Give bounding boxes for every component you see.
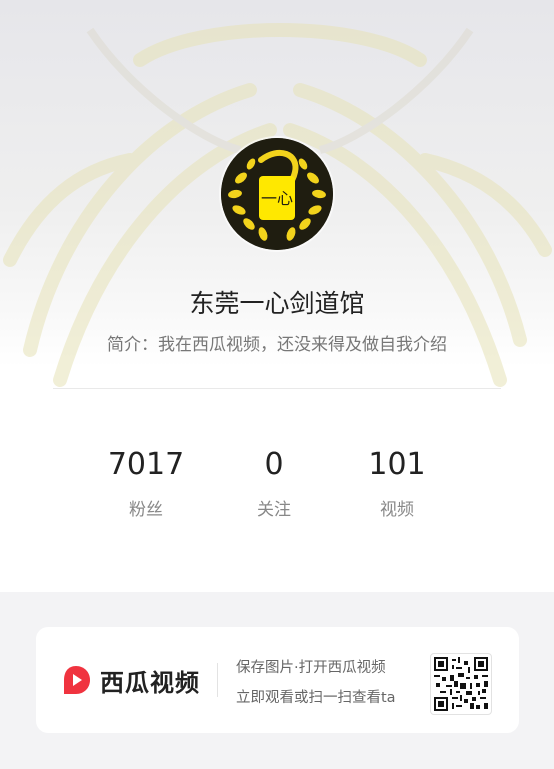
stat-value: 0 [264,447,284,482]
dojo-logo-icon: 一心 [221,138,333,250]
profile-name: 东莞一心剑道馆 [189,289,365,318]
stat-value: 7017 [107,447,185,482]
qr-code-icon[interactable] [430,653,492,715]
promo-card: 西瓜视频 保存图片·打开西瓜视频 立即观看或扫一扫查看ta [36,627,519,733]
stat-following[interactable]: 0 关注 [204,446,344,520]
stat-label: 关注 [257,500,291,520]
profile-bio: 简介：我在西瓜视频，还没来得及做自我介绍 [107,335,447,355]
stat-label: 视频 [380,500,414,520]
promo-text-save: 保存图片·打开西瓜视频 [236,660,386,676]
stat-followers[interactable]: 7017 粉丝 [76,446,216,520]
avatar[interactable]: 一心 [221,138,333,250]
stat-label: 粉丝 [129,500,163,520]
xigua-logo-icon [64,666,90,694]
stat-value: 101 [368,447,426,482]
brand: 西瓜视频 [58,661,200,699]
avatar-text: 一心 [261,189,293,208]
brand-name: 西瓜视频 [100,668,200,697]
separator [217,663,218,697]
promo-text-scan: 立即观看或扫一扫查看ta [236,690,396,706]
profile-card: 一心 东莞一心剑道馆 简介：我在西瓜视频，还没来得及做自我介绍 7017 粉丝 … [0,0,554,592]
stat-videos[interactable]: 101 视频 [327,446,467,520]
divider [53,388,501,389]
